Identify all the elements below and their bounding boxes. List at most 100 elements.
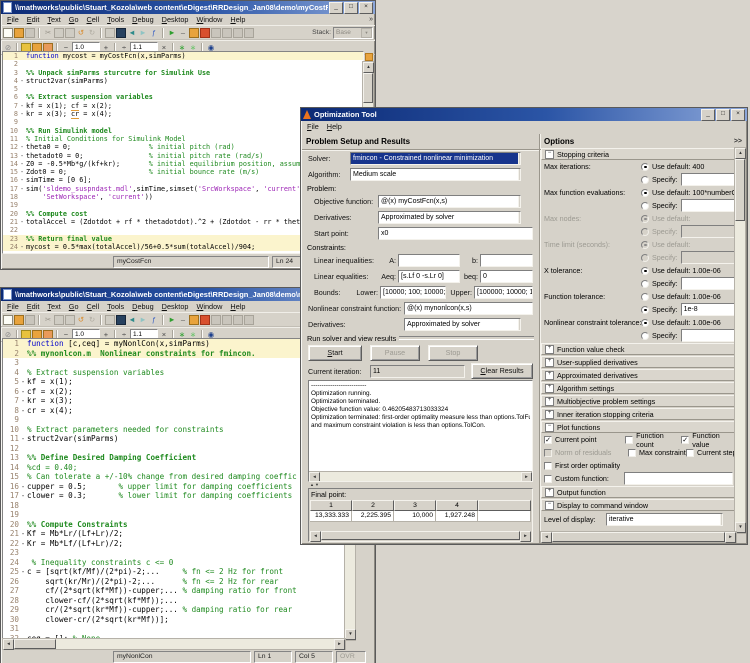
save-icon[interactable] xyxy=(25,28,35,38)
specify-field[interactable] xyxy=(681,199,737,212)
menu-tools[interactable]: Tools xyxy=(103,15,128,24)
menu-go[interactable]: Go xyxy=(65,15,83,24)
breakpoint-marker[interactable] xyxy=(19,548,27,558)
section-stopping-criteria[interactable]: − Stopping criteria xyxy=(541,148,736,160)
find-icon[interactable] xyxy=(116,28,126,38)
minimize-button[interactable]: _ xyxy=(329,2,343,14)
use-default-radio[interactable] xyxy=(641,189,649,197)
breakpoint-marker[interactable] xyxy=(19,520,27,530)
go-forward-icon[interactable]: ► xyxy=(138,315,148,325)
breakpoint-marker[interactable]: - xyxy=(19,567,27,577)
menu-desktop[interactable]: Desktop xyxy=(158,302,193,311)
breakpoint-marker[interactable] xyxy=(19,558,27,568)
expand-icon[interactable]: + xyxy=(545,488,554,497)
breakpoint-marker[interactable] xyxy=(18,127,26,135)
title-bar[interactable]: Optimization Tool _ □ × xyxy=(301,108,747,121)
eval-fx-icon[interactable]: ƒ xyxy=(149,315,159,325)
checkbox-first-order-optimality[interactable] xyxy=(544,462,552,470)
breakpoint-marker[interactable] xyxy=(18,193,26,201)
print-icon[interactable] xyxy=(105,28,115,38)
scroll-left-icon[interactable]: ◄ xyxy=(541,532,552,543)
scroll-down-icon[interactable]: ▼ xyxy=(345,629,356,640)
breakpoint-marker[interactable]: - xyxy=(19,491,27,501)
breakpoint-marker[interactable]: - xyxy=(19,396,27,406)
paste-icon[interactable] xyxy=(65,315,75,325)
use-default-radio[interactable] xyxy=(641,319,649,327)
new-file-icon[interactable] xyxy=(3,28,13,38)
scroll-up-icon[interactable]: ▲ xyxy=(363,62,374,73)
scroll-left-icon[interactable]: ◄ xyxy=(3,639,14,650)
scrollbar-thumb[interactable] xyxy=(14,639,56,649)
go-back-icon[interactable]: ◄ xyxy=(127,28,137,38)
breakpoint-marker[interactable] xyxy=(19,586,27,596)
breakpoint-marker[interactable]: - xyxy=(18,143,26,151)
breakpoint-marker[interactable]: - xyxy=(19,377,27,387)
specify-radio[interactable] xyxy=(641,176,649,184)
section-user-supplied-derivatives[interactable]: +User-supplied derivatives xyxy=(541,356,736,368)
title-bar[interactable]: \\mathworks\public\Stuart_Kozola\web con… xyxy=(1,1,375,14)
scrollbar-thumb[interactable] xyxy=(321,531,520,540)
chevron-down-icon[interactable]: ▼ xyxy=(518,168,521,181)
algorithm-combo[interactable]: Medium scale▼ xyxy=(350,168,521,181)
go-forward-icon[interactable]: ► xyxy=(138,28,148,38)
go-back-icon[interactable]: ◄ xyxy=(127,315,137,325)
publish-close-icon[interactable] xyxy=(200,315,210,325)
specify-radio[interactable] xyxy=(641,306,649,314)
run-drop-icon[interactable]: – xyxy=(178,28,188,38)
undo-icon[interactable]: ↺ xyxy=(76,315,86,325)
upper-field[interactable]: [100000; 10000; 100 xyxy=(474,286,533,299)
chevron-down-icon[interactable]: ▼ xyxy=(518,211,521,224)
breakpoint-marker[interactable] xyxy=(19,368,27,378)
doc-options-icon[interactable] xyxy=(244,28,254,38)
menu-debug[interactable]: Debug xyxy=(128,302,158,311)
breakpoint-marker[interactable]: - xyxy=(19,387,27,397)
scroll-left-icon[interactable]: ◄ xyxy=(309,472,320,482)
menu-file[interactable]: File xyxy=(3,302,23,311)
close-button[interactable]: × xyxy=(731,109,745,121)
section-function-value-check[interactable]: +Function value check xyxy=(541,343,736,355)
horizontal-scrollbar[interactable]: ◄ ► xyxy=(2,638,346,650)
pause-button[interactable]: Pause xyxy=(370,345,420,361)
checkbox-function-count[interactable] xyxy=(625,436,633,444)
breakpoint-marker[interactable] xyxy=(19,349,27,359)
breakpoint-marker[interactable]: - xyxy=(19,539,27,549)
scrollbar-thumb[interactable] xyxy=(735,159,745,221)
specify-radio[interactable] xyxy=(641,202,649,210)
menu-file[interactable]: File xyxy=(3,15,23,24)
stack-combo[interactable]: Base▼ xyxy=(333,27,373,39)
chevron-down-icon[interactable]: ▼ xyxy=(720,513,723,526)
redo-icon[interactable]: ↻ xyxy=(87,28,97,38)
breakpoint-marker[interactable] xyxy=(19,605,27,615)
specify-radio[interactable] xyxy=(641,332,649,340)
menu-window[interactable]: Window xyxy=(192,302,226,311)
options-vertical-scrollbar[interactable]: ▲ ▼ xyxy=(734,147,746,534)
paste-icon[interactable] xyxy=(65,28,75,38)
maximize-button[interactable]: □ xyxy=(716,109,730,121)
breakpoint-marker[interactable]: - xyxy=(18,243,26,251)
lower-field[interactable]: [10000; 100; 10000; xyxy=(380,286,446,299)
breakpoint-marker[interactable] xyxy=(18,201,26,209)
constraint-derivatives-combo[interactable]: Approximated by solver▼ xyxy=(404,318,521,331)
breakpoint-marker[interactable] xyxy=(18,118,26,126)
open-folder-icon[interactable] xyxy=(14,315,24,325)
breakpoint-marker[interactable]: - xyxy=(18,176,26,184)
doc-report-icon[interactable] xyxy=(222,28,232,38)
breakpoint-marker[interactable]: - xyxy=(18,218,26,226)
breakpoint-marker[interactable]: - xyxy=(19,482,27,492)
save-icon[interactable] xyxy=(25,315,35,325)
breakpoint-marker[interactable]: - xyxy=(18,152,26,160)
doc-options-icon[interactable] xyxy=(244,315,254,325)
menu-text[interactable]: Text xyxy=(43,15,64,24)
section-output-function[interactable]: + Output function xyxy=(541,486,736,498)
breakpoint-marker[interactable]: - xyxy=(19,529,27,539)
find-icon[interactable] xyxy=(116,315,126,325)
aeq-field[interactable]: [s.Lf 0 -s.Lr 0] xyxy=(398,270,460,283)
print-icon[interactable] xyxy=(105,315,115,325)
doc-compare-icon[interactable] xyxy=(211,315,221,325)
breakpoint-marker[interactable] xyxy=(18,135,26,143)
doc-compare-icon[interactable] xyxy=(211,28,221,38)
section-display-to-command-window[interactable]: − Display to command window xyxy=(541,499,736,511)
specify-radio[interactable] xyxy=(641,280,649,288)
publish-icon[interactable] xyxy=(189,28,199,38)
expand-icon[interactable]: + xyxy=(545,397,554,406)
